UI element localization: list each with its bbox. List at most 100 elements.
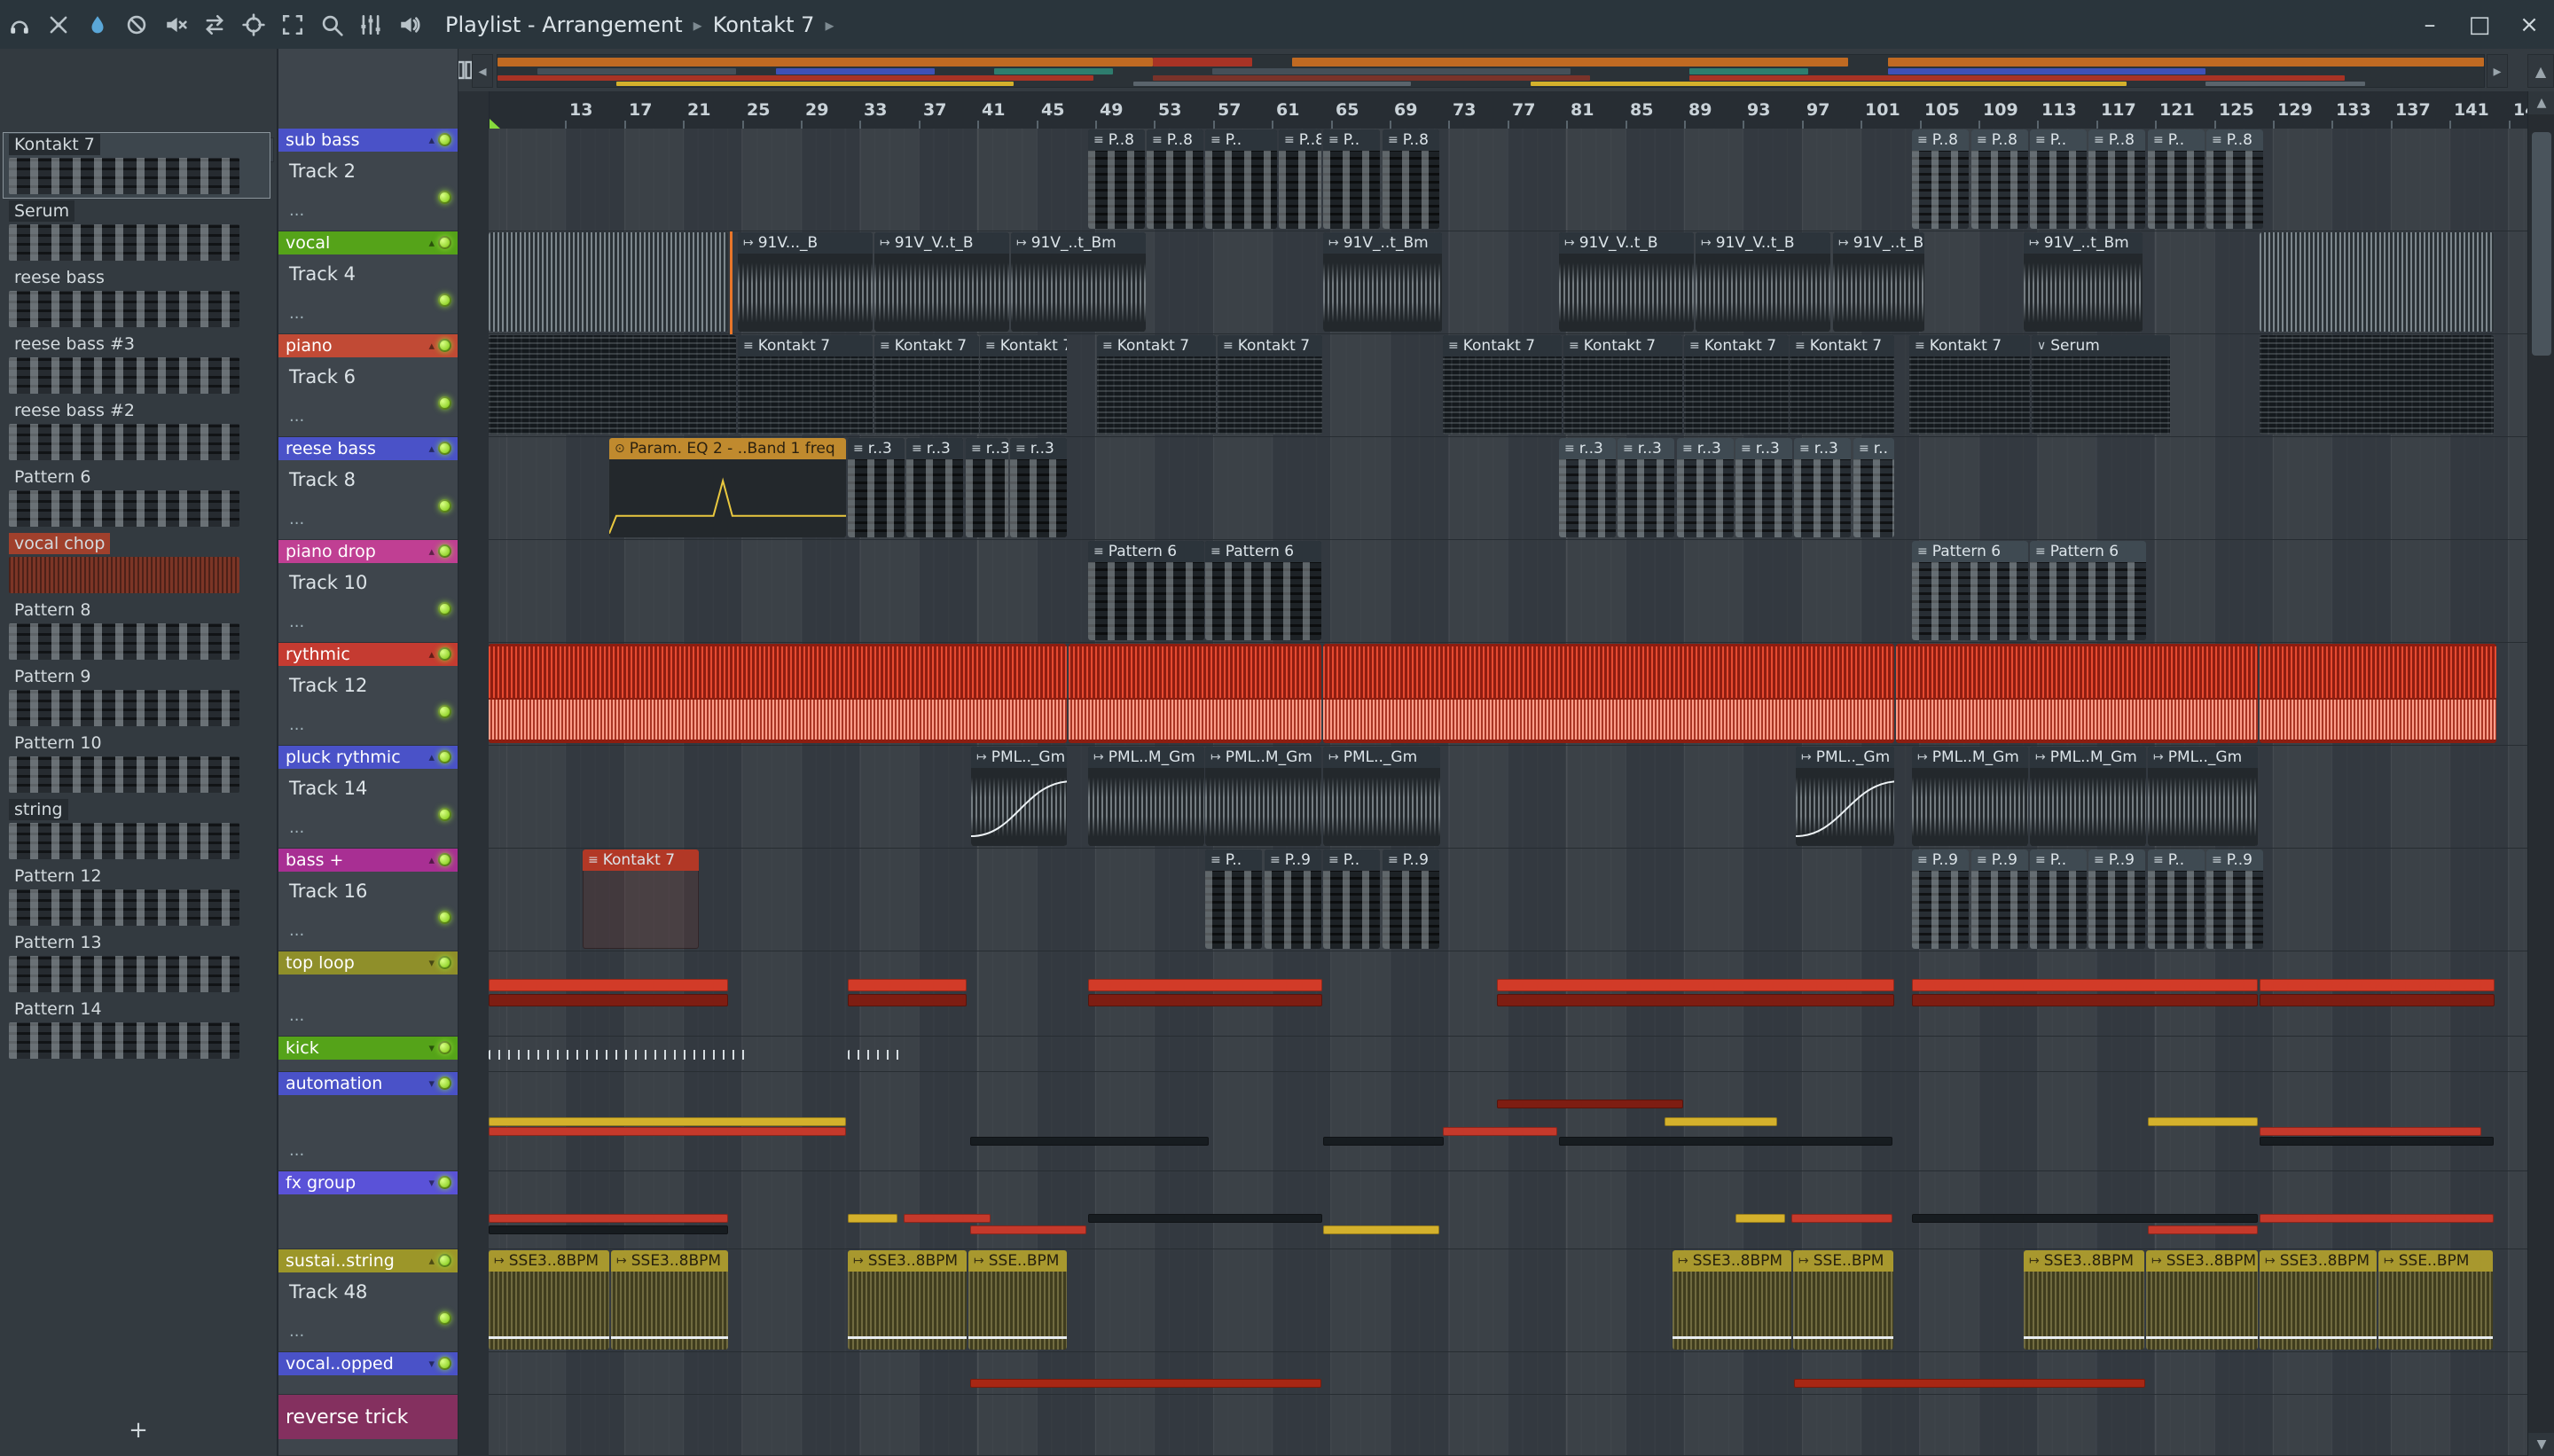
clip-header[interactable]: ↦ PML..M_Gm [1912,747,2028,768]
track-name-tag[interactable]: pluck rythmic ▴ [278,746,458,769]
clip-header[interactable]: ↦ PML.._Gm [971,747,1067,768]
clip-pat[interactable]: ≡ r..3 [1618,438,1674,537]
clip-pat[interactable]: ≡ r..3 [1794,438,1851,537]
pliers-icon[interactable] [39,7,78,43]
clip-header[interactable]: ≡ r..3 [906,438,963,459]
clip-header[interactable]: ≡ r..3 [848,438,905,459]
mute-led[interactable] [438,705,451,718]
close-button[interactable]: × [2504,0,2554,49]
clip-pat[interactable]: ≡ r..3 [1010,438,1067,537]
clip-pat[interactable]: ≡ P.. [2030,849,2087,949]
mute-led[interactable] [438,602,451,615]
clip-audio[interactable]: ↦ 91V..._B [738,232,873,332]
clip-pat[interactable]: ≡ P..8 [1912,129,1969,229]
mute-led[interactable] [438,808,451,821]
pattern-item[interactable]: Pattern 13 [4,931,270,996]
clip-header[interactable]: ↦91V_..t_Bm [1833,232,1924,254]
thin-clip[interactable] [1912,994,2258,1006]
pattern-item[interactable]: Pattern 10 [4,732,270,796]
clip-pat[interactable]: ≡ P..9 [2206,849,2263,949]
clip-pat[interactable]: ≡ r..3 [1559,438,1616,537]
clip-pat[interactable]: ≡ P..9 [1383,849,1439,949]
scrollbar-down-icon[interactable]: ▼ [2528,1433,2554,1456]
pattern-item[interactable]: Pattern 6 [4,466,270,530]
clip-midi[interactable]: ≡ Kontakt 7 [1218,335,1322,434]
thin-clip[interactable] [1088,1214,1322,1223]
clip-olive[interactable]: ↦ SSE..BPM [1793,1250,1893,1350]
thin-clip[interactable] [489,1117,846,1126]
mute-led[interactable] [438,1357,451,1370]
pattern-item[interactable]: reese bass #3 [4,333,270,397]
collapse-arrow-icon[interactable]: ▴ [428,751,435,764]
zoom-icon[interactable] [312,7,351,43]
clip-midi[interactable]: ≡ Kontakt 7 [980,335,1067,434]
swap-icon[interactable] [195,7,234,43]
clip-midi[interactable]: ≡ Kontakt 7 [874,335,979,434]
track-name-tag[interactable]: kick ▾ [278,1037,458,1060]
clip-olive[interactable]: ↦ SSE..BPM [2378,1250,2493,1350]
clip-pat[interactable]: ≡ P.. [1323,849,1380,949]
thin-clip[interactable] [1791,1214,1892,1223]
clip-pml[interactable]: ↦ PML..M_Gm [2030,747,2146,846]
clip-header[interactable]: ≡ Kontakt 7 [1563,335,1682,356]
clip-pml[interactable]: ↦ PML..M_Gm [1088,747,1204,846]
clip-pat[interactable]: ≡ r..3 [1735,438,1792,537]
clip-header[interactable]: ≡ Kontakt 7 [1909,335,2030,356]
clip-header[interactable]: ≡ P..9 [2088,849,2145,871]
mute-led[interactable] [438,1311,451,1325]
clip-header[interactable]: ≡ P..9 [1265,849,1321,871]
pattern-item[interactable]: Serum [4,200,270,264]
clip-header[interactable]: ≡ r..3 [1735,438,1792,459]
clip-header[interactable]: ≡ P..9 [2206,849,2263,871]
track-name-tag[interactable]: rythmic ▴ [278,643,458,666]
thin-clip[interactable] [1323,1225,1439,1234]
clip-header[interactable]: ≡ P.. [1205,129,1277,151]
clip-pat[interactable]: ≡ P..8 [1147,129,1203,229]
clip-midi[interactable]: ∨ Serum [2032,335,2170,434]
clip-audio[interactable]: ↦ 91V_..t_Bm [1323,232,1442,332]
paint-icon[interactable] [78,7,117,43]
clip-header[interactable]: ≡ r..3 [1794,438,1851,459]
minimize-button[interactable]: – [2405,0,2455,49]
mute-led[interactable] [438,544,451,558]
clip-header[interactable]: ≡ r.. [1853,438,1894,459]
clip-header[interactable]: ≡ P.. [1323,849,1380,871]
clip-pat[interactable]: ≡ P..9 [1971,849,2028,949]
clip-header[interactable]: ≡ P.. [1323,129,1380,151]
clip-pat[interactable]: ≡ r..3 [966,438,1008,537]
clip-midi[interactable]: ≡ Kontakt 7 [1684,335,1789,434]
clip-red[interactable] [1069,644,1321,743]
track-name-tag[interactable]: top loop ▾ [278,951,458,975]
clip-header[interactable]: ≡ P..8 [2206,129,2263,151]
mute-led[interactable] [438,956,451,969]
minimap-scroll-left-button[interactable]: ◂ [472,54,493,88]
pattern-item[interactable]: reese bass [4,266,270,331]
clip-pat[interactable]: ≡ P..8 [1383,129,1439,229]
clip-midi[interactable]: ≡ Kontakt 7 [1563,335,1682,434]
scrollbar-thumb[interactable] [2532,132,2551,356]
clip-stripes[interactable] [489,232,728,332]
clip-header[interactable]: ⊙ Param. EQ 2 - ..Band 1 freq [609,438,846,459]
mute-led[interactable] [438,236,451,249]
clip-olive[interactable]: ↦ SSE3..8BPM [2024,1250,2144,1350]
clip-header[interactable]: ≡ Kontakt 7 [1218,335,1322,356]
clip-header[interactable]: ↦ SSE3..8BPM [2146,1250,2258,1272]
clip-midired[interactable]: ≡ Kontakt 7 [583,849,699,949]
thin-clip[interactable] [1735,1214,1785,1223]
pattern-item[interactable]: reese bass #2 [4,399,270,464]
clip-header[interactable]: ↦91V_..t_Bm [1011,232,1146,254]
clip-stripes[interactable] [2260,232,2494,332]
clip-midi[interactable]: ≡ Kontakt 7 [1790,335,1894,434]
mute-led[interactable] [438,1254,451,1267]
clip-header[interactable]: ↦ SSE3..8BPM [2024,1250,2144,1272]
clip-header[interactable]: ↦ SSE3..8BPM [2260,1250,2377,1272]
thin-clip[interactable] [1088,979,1322,991]
clip-pat[interactable]: ≡ r..3 [848,438,905,537]
clip-olive[interactable]: ↦ SSE3..8BPM [848,1250,967,1350]
clip-header[interactable]: ↦ SSE..BPM [2378,1250,2493,1272]
thin-clip[interactable] [489,994,728,1006]
clip-audio[interactable]: ↦ 91V_V..t_B [874,232,1009,332]
clip-olive[interactable]: ↦ SSE3..8BPM [2146,1250,2258,1350]
mute-led[interactable] [438,1041,451,1054]
mute-icon[interactable] [156,7,195,43]
